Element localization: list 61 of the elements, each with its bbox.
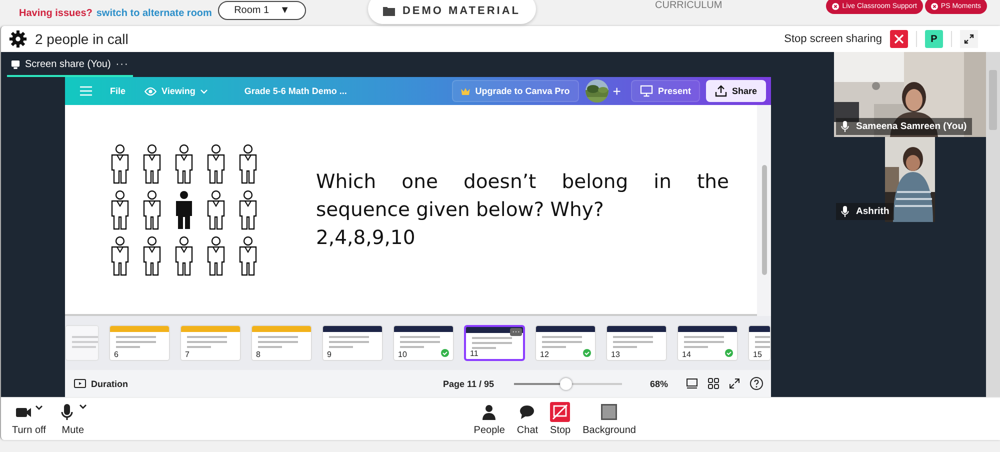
stop-sharing-text: Stop screen sharing [784,33,882,45]
close-icon [894,34,904,44]
microphone-icon [841,206,849,217]
question-text: Which one doesn’t belong in the sequence given below? Why? [316,168,729,222]
screen-icon [11,60,20,69]
close-button[interactable] [890,30,908,48]
notes-view-icon[interactable] [686,378,698,389]
stop-sharing-icon [550,402,570,422]
participant-name: Ashrith [836,203,894,220]
help-icon[interactable] [750,377,763,390]
close-icon [832,2,840,10]
slide-thumbnail[interactable] [65,325,99,361]
grid-view-icon[interactable] [708,378,719,389]
monitor-icon [640,85,653,97]
avatar-badge[interactable]: P [925,30,943,48]
play-icon [74,379,86,388]
call-title: 2 people in call [35,31,128,47]
background-icon [601,404,618,420]
upgrade-button[interactable]: Upgrade to Canva Pro [452,80,579,102]
slide-thumbnail[interactable]: 12 [535,325,596,361]
sequence-text: 2,4,8,9,10 [316,224,416,250]
more-options-button[interactable]: ··· [510,328,522,336]
folder-icon [383,6,396,16]
scrollbar-thumb[interactable] [762,165,766,275]
eye-icon [144,86,157,96]
slide-thumbnail[interactable]: 6 [109,325,170,361]
room-dropdown[interactable]: Room 1 ▼ [218,0,306,20]
people-control[interactable]: People [468,399,511,439]
chat-control[interactable]: Chat [510,399,544,439]
expand-icon[interactable] [960,30,978,48]
scrollbar-thumb[interactable] [989,70,997,130]
camera-control[interactable]: Turn off [6,399,52,439]
slide-thumbnail[interactable]: 15 [748,325,771,361]
stop-control[interactable]: Stop [544,399,577,439]
duration-button[interactable]: Duration [74,378,128,388]
slide-thumbnail[interactable]: 14 [677,325,738,361]
slide-thumbnail[interactable]: 13 [606,325,667,361]
mic-control[interactable]: Mute [52,399,94,439]
issue-text: Having issues? [19,8,92,18]
settings-icon[interactable] [9,30,27,48]
chat-bubble-icon [519,404,536,420]
page-indicator: Page 11 / 95 [442,378,494,388]
background-control[interactable]: Background [576,399,642,439]
slide-thumbnail[interactable]: 11 ··· [464,325,525,361]
slide-thumbnail[interactable]: 7 [180,325,241,361]
zoom-reading: 68% [650,378,668,388]
camera-icon [14,404,44,420]
crown-icon [461,88,470,94]
slide-thumbnail[interactable]: 8 [251,325,312,361]
upload-icon [714,85,727,97]
share-button[interactable]: Share [706,80,766,102]
close-icon [930,2,938,10]
slide-thumbnail[interactable]: 9 [322,325,383,361]
add-collaborator-button[interactable]: + [612,83,621,99]
present-button[interactable]: Present [630,80,700,102]
fullscreen-icon[interactable] [729,378,740,389]
chevron-down-icon [200,88,208,94]
demo-material-button[interactable]: DEMO MATERIAL [368,0,536,24]
curriculum-tab[interactable]: CURRICULUM [655,0,722,11]
slide-thumbnail[interactable]: 10 [393,325,454,361]
person-icon [481,404,498,420]
